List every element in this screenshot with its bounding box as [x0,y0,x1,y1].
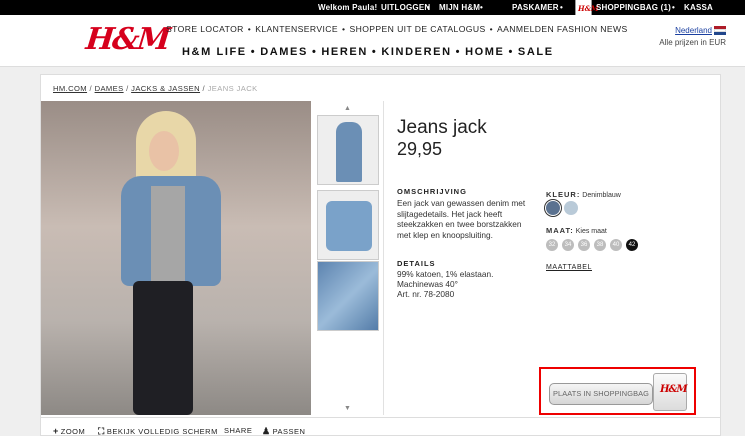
details-line: 99% katoen, 1% elastaan. [397,269,494,279]
separator-dot: • [672,3,676,12]
welcome-text: Welkom Paula! [318,3,378,12]
nav-home[interactable]: HOME [465,46,504,58]
store-locator-link[interactable]: STORE LOCATOR [166,24,244,34]
main-nav: H&M LIFE • DAMES • HEREN • KINDEREN • HOME • SALE [182,46,554,58]
product-description: Een jack van gewassen denim met slijtage… [397,198,526,240]
fit-button[interactable]: ♟ PASSEN [262,426,305,436]
nav-kinderen[interactable]: KINDEREN [381,46,451,58]
separator-dot: • [560,3,564,12]
my-hm-link[interactable]: MIJN H&M [439,3,480,12]
size-label: MAAT: Kies maat [546,226,607,235]
size-option[interactable]: 40 [610,239,622,251]
image-toolbar: + ZOOM ⛶ BEKIJK VOLLEDIG SCHERM SHARE ♟ PAS… [41,417,720,436]
checkout-link[interactable]: KASSA [684,3,713,12]
site-header: H&M STORE LOCATOR • KLANTENSERVICE • SHOPPEN… [0,15,745,67]
customer-service-link[interactable]: KLANTENSERVICE [255,24,338,34]
product-details: 99% katoen, 1% elastaan. Machinewas 40° … [397,269,537,300]
size-option-selected[interactable]: 42 [626,239,638,251]
share-button[interactable]: SHARE [224,426,252,435]
logout-link[interactable]: UITLOGGEN [381,3,430,12]
product-price: 29,95 [397,139,443,159]
breadcrumb-jackets[interactable]: JACKS & JASSEN [131,84,200,93]
account-bar: Welkom Paula! UITLOGGEN • MIJN H&M • PAS… [0,0,745,20]
size-option[interactable]: 34 [562,239,574,251]
size-guide-link[interactable]: MAATTABEL [546,264,592,271]
size-hint: Kies maat [575,228,607,235]
color-value: Denimblauw [582,192,621,199]
nav-hm-life[interactable]: H&M LIFE [182,46,247,58]
service-nav: STORE LOCATOR • KLANTENSERVICE • SHOPPEN UIT… [166,24,628,34]
thumbnail-jacket[interactable] [317,190,379,260]
nav-heren[interactable]: HEREN [321,46,368,58]
fullscreen-icon: ⛶ [98,426,105,436]
color-label: KLEUR: Denimblauw [546,190,621,199]
breadcrumb: HM.COM / DAMES / JACKS & JASSEN / JEANS … [53,84,258,93]
details-line: Machinewas 40° [397,279,458,290]
size-option[interactable]: 32 [546,239,558,251]
thumbnail-strip [315,101,381,415]
plus-icon: + [53,426,59,436]
breadcrumb-current: JEANS JACK [207,84,258,93]
nav-dames[interactable]: DAMES [260,46,308,58]
thumbs-down-arrow-icon[interactable]: ▼ [344,405,351,412]
fullscreen-button[interactable]: ⛶ BEKIJK VOLLEDIG SCHERM [98,426,218,436]
figure-icon: ♟ [262,426,271,436]
add-to-bag-highlight: PLAATS IN SHOPPINGBAG H&M [539,367,696,415]
separator-dot: • [427,3,431,12]
netherlands-flag-icon[interactable] [714,26,726,35]
description-heading: OMSCHRIJVING [397,187,467,196]
color-swatch-light[interactable] [564,201,578,215]
shopping-bag-icon[interactable]: H&M [653,373,688,411]
zoom-button[interactable]: + ZOOM [53,426,85,436]
product-title: Jeans jack [397,117,487,138]
nav-sale[interactable]: SALE [518,46,554,58]
breadcrumb-home[interactable]: HM.COM [53,84,87,93]
product-panel: HM.COM / DAMES / JACKS & JASSEN / JEANS … [40,74,721,436]
details-heading: DETAILS [397,259,436,268]
color-swatch-denim[interactable] [546,201,560,215]
thumbnail-detail[interactable] [317,261,379,331]
catalog-link[interactable]: SHOPPEN UIT DE CATALOGUS [349,24,485,34]
breadcrumb-dames[interactable]: DAMES [95,84,124,93]
currency-note: Alle prijzen in EUR [659,38,726,47]
size-option[interactable]: 38 [594,239,606,251]
hm-logo[interactable]: H&M [84,22,170,57]
country-selector[interactable]: Nederland [675,26,712,35]
add-to-bag-button[interactable]: PLAATS IN SHOPPINGBAG [549,383,653,405]
separator-dot: • [480,3,484,12]
fitting-room-link[interactable]: PASKAMER [512,3,559,12]
product-main-image[interactable] [41,101,311,415]
size-option[interactable]: 36 [578,239,590,251]
column-divider [383,101,384,415]
thumbnail-model[interactable] [317,115,379,185]
details-line: Art. nr. 78-2080 [397,289,455,300]
fashion-news-link[interactable]: AANMELDEN FASHION NEWS [497,24,628,34]
shopping-bag-link[interactable]: SHOPPINGBAG (1) [596,3,671,12]
